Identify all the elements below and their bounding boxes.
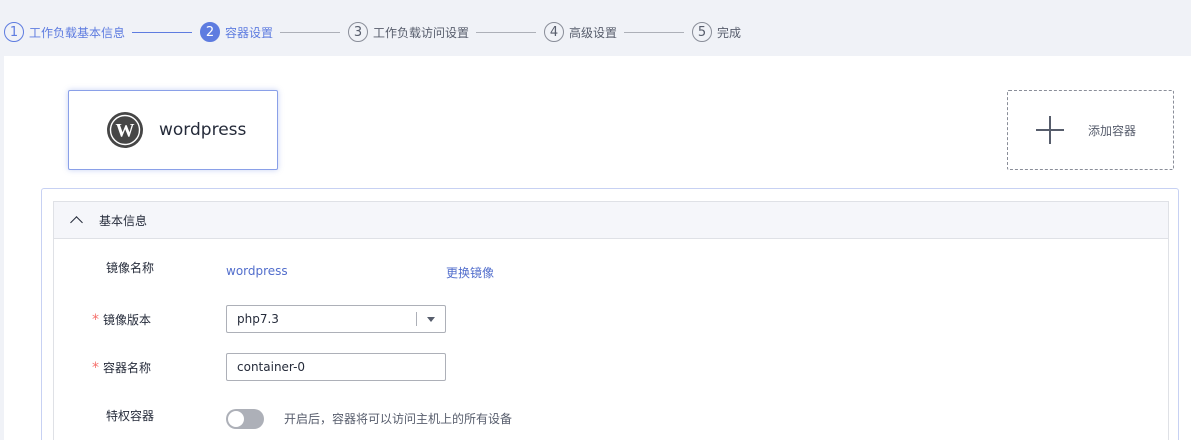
step-advanced-settings[interactable]: 4 高级设置 bbox=[544, 22, 617, 42]
step-connector bbox=[476, 32, 536, 33]
chevron-up-icon bbox=[70, 216, 83, 229]
container-name-label: * 容器名称 bbox=[92, 359, 151, 376]
required-mark: * bbox=[92, 360, 99, 376]
basic-info-section-header[interactable]: 基本信息 bbox=[53, 201, 1169, 239]
step-label: 高级设置 bbox=[569, 25, 618, 40]
step-workload-basic-info[interactable]: 1 工作负载基本信息 bbox=[4, 22, 125, 42]
image-version-select[interactable]: php7.3 bbox=[226, 305, 446, 333]
step-number: 2 bbox=[200, 22, 220, 42]
step-number: 4 bbox=[544, 22, 564, 42]
stepper: 1 工作负载基本信息 2 容器设置 3 工作负载访问设置 4 高级设置 5 完成 bbox=[0, 0, 1191, 56]
step-label: 工作负载访问设置 bbox=[373, 25, 470, 40]
image-name-value[interactable]: wordpress bbox=[226, 264, 288, 278]
step-workload-access-settings[interactable]: 3 工作负载访问设置 bbox=[348, 22, 469, 42]
step-connector bbox=[132, 32, 192, 33]
step-finish[interactable]: 5 完成 bbox=[692, 22, 741, 42]
privileged-container-toggle[interactable] bbox=[226, 409, 264, 429]
step-label: 完成 bbox=[717, 25, 742, 40]
step-connector bbox=[280, 32, 340, 33]
step-label: 工作负载基本信息 bbox=[29, 25, 126, 40]
image-version-label-text: 镜像版本 bbox=[103, 313, 152, 327]
required-mark: * bbox=[92, 312, 99, 328]
add-container-button[interactable]: 添加容器 bbox=[1007, 90, 1174, 170]
privileged-container-label: 特权容器 bbox=[106, 409, 155, 423]
section-title: 基本信息 bbox=[99, 213, 148, 228]
step-label: 容器设置 bbox=[225, 25, 274, 40]
step-number: 3 bbox=[348, 22, 368, 42]
container-name-label-text: 容器名称 bbox=[103, 361, 152, 375]
container-name-input[interactable] bbox=[226, 353, 446, 381]
privileged-hint: 开启后，容器将可以访问主机上的所有设备 bbox=[284, 412, 513, 426]
container-name: wordpress bbox=[159, 120, 247, 140]
step-connector bbox=[624, 32, 684, 33]
add-container-label: 添加容器 bbox=[1088, 123, 1137, 138]
container-card-wordpress[interactable]: W wordpress bbox=[68, 90, 278, 170]
step-container-settings[interactable]: 2 容器设置 bbox=[200, 22, 273, 42]
plus-icon bbox=[1036, 116, 1064, 144]
change-image-link[interactable]: 更换镜像 bbox=[446, 264, 494, 281]
main-panel: W wordpress 添加容器 基本信息 镜像名称 wordpress 更换镜… bbox=[4, 56, 1191, 440]
wordpress-logo-icon: W bbox=[107, 112, 143, 148]
step-number: 5 bbox=[692, 22, 712, 42]
step-number: 1 bbox=[4, 22, 24, 42]
basic-info-section-body: 镜像名称 wordpress 更换镜像 * 镜像版本 php7.3 * 容器名称 特… bbox=[53, 239, 1169, 440]
toggle-knob bbox=[228, 411, 244, 427]
chevron-down-icon[interactable] bbox=[417, 316, 445, 322]
svg-text:W: W bbox=[116, 121, 135, 142]
image-name-label: 镜像名称 bbox=[106, 261, 155, 275]
container-detail-panel: 基本信息 镜像名称 wordpress 更换镜像 * 镜像版本 php7.3 * 容… bbox=[41, 188, 1179, 440]
image-version-label: * 镜像版本 bbox=[92, 311, 151, 328]
image-version-value: php7.3 bbox=[237, 312, 279, 326]
